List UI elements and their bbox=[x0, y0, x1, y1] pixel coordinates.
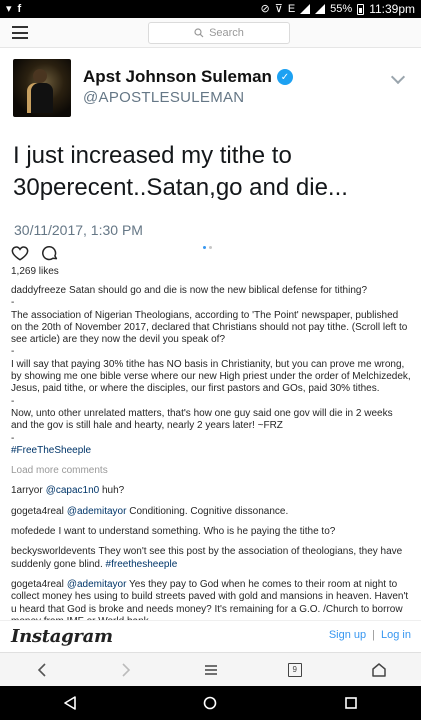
search-box[interactable]: Search bbox=[148, 22, 290, 44]
home-button[interactable] bbox=[337, 653, 421, 686]
wifi-off-icon: ⊽ bbox=[274, 3, 283, 15]
tweet-text: I just increased my tithe to 30perecent.… bbox=[13, 142, 348, 201]
chevron-left-icon bbox=[37, 662, 46, 677]
clock: 11:39pm bbox=[369, 2, 415, 16]
browser-menu-button[interactable] bbox=[168, 653, 252, 686]
heart-icon[interactable] bbox=[11, 244, 29, 262]
menu-icon[interactable] bbox=[12, 26, 28, 39]
carousel-dot bbox=[209, 246, 212, 249]
chevron-down-icon bbox=[390, 69, 406, 85]
post-caption: daddyfreeze Satan should go and die is no… bbox=[11, 285, 411, 457]
menu-lines-icon bbox=[204, 664, 217, 675]
comment-mention[interactable]: @ademitayor bbox=[67, 506, 127, 517]
top-bar: Search bbox=[0, 18, 421, 48]
signal-notification-icon: ▾ bbox=[6, 3, 12, 15]
signup-link[interactable]: Sign up bbox=[329, 629, 366, 641]
carousel-dot-active bbox=[203, 246, 206, 249]
forward-button[interactable] bbox=[84, 653, 168, 686]
comment-username[interactable]: gogeta4real bbox=[11, 506, 64, 517]
do-not-disturb-icon: ⊘ bbox=[260, 3, 270, 15]
cell-signal-icon bbox=[300, 4, 311, 14]
nav-recents-button[interactable] bbox=[281, 686, 421, 720]
likes-count[interactable]: 1,269 likes bbox=[11, 266, 59, 277]
comment-mention[interactable]: @capac1n0 bbox=[46, 485, 100, 496]
post-actions bbox=[11, 244, 59, 262]
search-placeholder: Search bbox=[209, 27, 244, 39]
load-more-comments-button[interactable]: Load more comments bbox=[11, 465, 411, 477]
login-link[interactable]: Log in bbox=[381, 629, 411, 641]
comment-item: mofedede I want to understand something. … bbox=[11, 526, 411, 538]
comment-username[interactable]: beckysworldevents bbox=[11, 546, 95, 557]
comment-username[interactable]: mofedede bbox=[11, 526, 55, 537]
triangle-back-icon bbox=[64, 696, 76, 710]
caption-line: - bbox=[11, 297, 15, 309]
comment-item: beckysworldevents They won't see this pos… bbox=[11, 546, 411, 571]
status-bar: ▾ f ⊘ ⊽ E 55% 11:39pm bbox=[0, 0, 421, 18]
comment-item: 1arryor @capac1n0 huh? bbox=[11, 485, 411, 497]
tweet-avatar bbox=[13, 59, 71, 117]
tweet-timestamp: 30/11/2017, 1:30 PM bbox=[14, 222, 143, 238]
android-nav-bar bbox=[0, 686, 421, 720]
caption-line: - bbox=[11, 432, 15, 444]
home-icon bbox=[372, 663, 386, 677]
search-icon bbox=[194, 28, 204, 38]
network-type-label: E bbox=[287, 3, 296, 15]
comment-item: gogeta4real @ademitayor Conditioning. Cog… bbox=[11, 506, 411, 518]
nav-home-button[interactable] bbox=[140, 686, 280, 720]
tweet-author-name: Apst Johnson Suleman ✓ bbox=[83, 67, 293, 87]
comments-section: daddyfreeze Satan should go and die is no… bbox=[11, 285, 411, 636]
comment-username[interactable]: gogeta4real bbox=[11, 579, 64, 590]
instagram-bar: Instagram Sign up | Log in bbox=[0, 620, 421, 652]
comment-hashtag[interactable]: #freethesheeple bbox=[106, 559, 178, 570]
comment-mention[interactable]: @ademitayor bbox=[67, 579, 127, 590]
caption-line: Now, unto other unrelated matters, that'… bbox=[11, 407, 396, 432]
nav-back-button[interactable] bbox=[0, 686, 140, 720]
tab-count: 9 bbox=[287, 662, 302, 677]
battery-percent: 55% bbox=[330, 3, 353, 15]
caption-username[interactable]: daddyfreeze bbox=[11, 285, 66, 296]
tabs-button[interactable]: 9 bbox=[253, 653, 337, 686]
comment-text: Conditioning. Cognitive dissonance. bbox=[126, 505, 289, 517]
caption-line: I will say that paying 30% tithe has NO … bbox=[11, 358, 414, 395]
tweet-card: Apst Johnson Suleman ✓ @APOSTLESULEMAN I… bbox=[10, 58, 417, 238]
caption-line: Satan should go and die is now the new b… bbox=[69, 285, 368, 296]
circle-home-icon bbox=[204, 696, 217, 710]
tweet-author-handle: @APOSTLESULEMAN bbox=[83, 89, 245, 106]
link-separator: | bbox=[372, 629, 376, 641]
cell-signal-2-icon bbox=[315, 4, 326, 14]
verified-badge-icon: ✓ bbox=[276, 69, 293, 85]
facebook-notification-icon: f bbox=[17, 3, 22, 15]
battery-icon bbox=[357, 3, 365, 15]
caption-line: - bbox=[11, 346, 15, 358]
back-button[interactable] bbox=[0, 653, 84, 686]
instagram-logo[interactable]: Instagram bbox=[11, 626, 113, 647]
comment-icon[interactable] bbox=[41, 244, 59, 262]
caption-line: - bbox=[11, 395, 15, 407]
comment-username[interactable]: 1arryor bbox=[11, 485, 43, 496]
auth-links: Sign up | Log in bbox=[329, 629, 411, 641]
carousel-indicator bbox=[203, 246, 212, 249]
square-recents-icon bbox=[345, 697, 357, 709]
caption-hashtag[interactable]: #FreeTheSheeple bbox=[11, 445, 91, 456]
browser-toolbar: 9 bbox=[0, 652, 421, 686]
comment-text: huh? bbox=[99, 485, 125, 497]
caption-line: The association of Nigerian Theologians,… bbox=[11, 309, 411, 346]
chevron-right-icon bbox=[122, 662, 131, 677]
comment-text: I want to understand something. Who is h… bbox=[58, 526, 336, 538]
